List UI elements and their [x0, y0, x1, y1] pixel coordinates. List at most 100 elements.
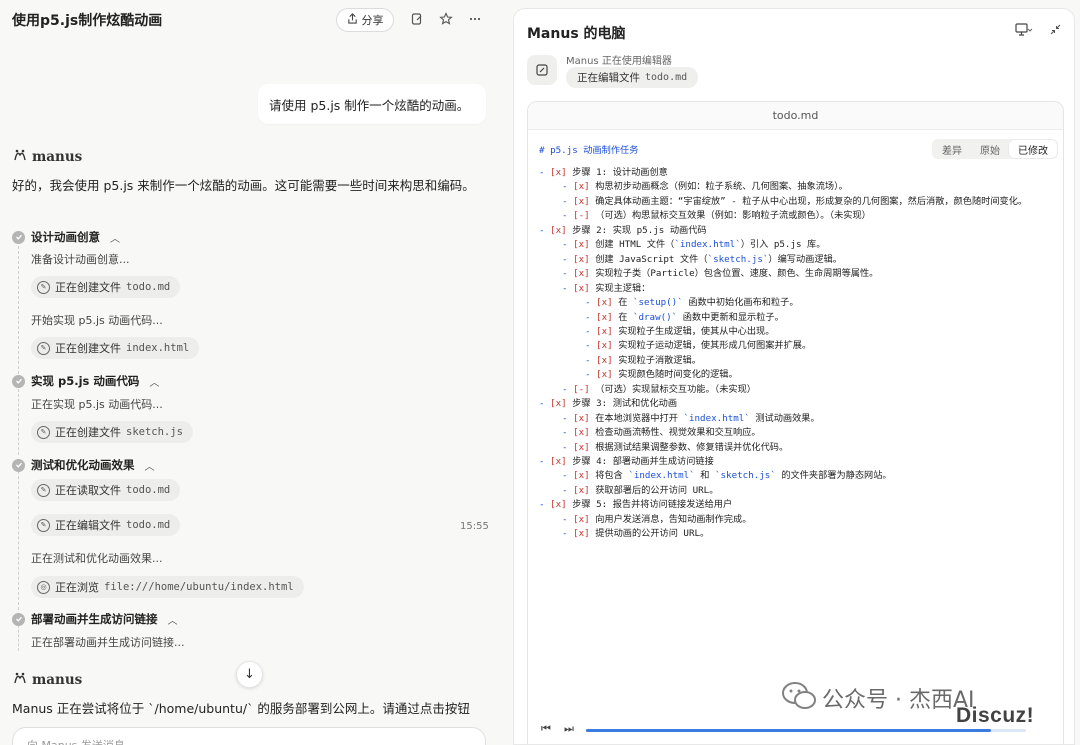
- watermark-text: 公众号 · 杰西AI: [822, 687, 975, 713]
- step-label: 实现 p5.js 动画代码: [31, 374, 140, 388]
- md-bullet: -: [562, 239, 574, 251]
- md-text: 实现粒子运动逻辑，使其形成几何图案并扩展。: [618, 340, 812, 352]
- share-button[interactable]: 分享: [336, 8, 394, 32]
- action-chip[interactable]: ✎ 正在编辑文件 todo.md: [31, 514, 181, 536]
- md-todo-line: - [x] 根据测试结果调整参数、修复错误并优化代码。: [562, 441, 788, 455]
- step-note: 开始实现 p5.js 动画代码...: [31, 314, 163, 327]
- md-checkbox: [x]: [573, 268, 596, 280]
- md-bullet: -: [562, 210, 574, 222]
- md-todo-line: - [x] 实现粒子类（Particle）包含位置、速度、颜色、生命周期等属性。: [562, 267, 878, 281]
- chevron-up-icon[interactable]: ︿: [110, 230, 120, 245]
- md-text: 步骤 3: 测试和优化动画: [572, 398, 678, 410]
- view-modified[interactable]: 已修改: [1009, 140, 1057, 158]
- md-text: 实现粒子类（Particle）包含位置、速度、颜色、生命周期等属性。: [595, 268, 879, 280]
- agent-name: manus: [32, 671, 83, 688]
- md-todo-line: - [x] 检查动画流畅性、视觉效果和交互响应。: [562, 426, 761, 440]
- md-checkbox: [x]: [550, 456, 573, 467]
- md-todo-line: - [x] 步骤 4: 部署动画并生成访问链接: [539, 455, 714, 469]
- action-chip[interactable]: ◎ 正在浏览 file:///home/ubuntu/index.html: [31, 576, 304, 598]
- md-bullet: -: [562, 441, 574, 453]
- md-todo-line: - [x] 获取部署后的公开访问 URL。: [562, 484, 718, 498]
- editor-action-chip: 正在编辑文件 todo.md: [566, 67, 699, 88]
- md-text: 构思初步动画概念（例如：粒子系统、几何图案、抽象流场）。: [595, 181, 848, 193]
- step-implement[interactable]: 实现 p5.js 动画代码 ︿: [12, 373, 159, 389]
- action-chip[interactable]: ✎ 正在创建文件 index.html: [31, 337, 200, 359]
- timeline-line: [18, 471, 19, 610]
- md-todo-line: - [x] 提供动画的公开访问 URL。: [562, 527, 709, 541]
- message-input[interactable]: 向 Manus 发送消息: [12, 727, 486, 745]
- file-edit-icon[interactable]: [408, 10, 426, 28]
- monitor-icon[interactable]: [1015, 23, 1033, 39]
- chip-action: 正在创建文件: [55, 281, 121, 294]
- md-todo-line: - [x] 实现主逻辑：: [562, 282, 650, 296]
- md-checkbox: [x]: [573, 470, 596, 482]
- arrow-down-icon: ↓: [244, 667, 255, 682]
- md-text: 步骤 4: 部署动画并生成访问链接: [572, 456, 714, 467]
- md-text: 步骤 1: 设计动画创意: [572, 167, 668, 178]
- wechat-icon: [782, 681, 816, 714]
- md-text: 实现粒子消散逻辑。: [618, 354, 701, 366]
- site-watermark: Discuz!: [956, 704, 1035, 727]
- md-text: 根据测试结果调整参数、修复错误并优化代码。: [595, 441, 789, 453]
- action-chip[interactable]: ✎ 正在读取文件 todo.md: [31, 479, 181, 501]
- md-text: 创建 HTML 文件（`index.html`）引入 p5.js 库。: [595, 239, 826, 251]
- skip-back-icon[interactable]: ⏮: [541, 722, 551, 736]
- action-chip[interactable]: ✎ 正在创建文件 sketch.js: [31, 421, 193, 443]
- md-checkbox: [x]: [550, 398, 573, 410]
- md-checkbox: [x]: [596, 369, 619, 381]
- md-todo-line: - [x] 实现粒子生成逻辑，使其从中心出现。: [585, 325, 774, 339]
- md-heading: # p5.js 动画制作任务: [539, 145, 639, 156]
- md-text: 提供动画的公开访问 URL。: [595, 528, 710, 540]
- chip-action: 正在读取文件: [55, 484, 121, 497]
- pencil-icon: ✎: [37, 280, 50, 294]
- collapse-icon[interactable]: [1049, 23, 1062, 39]
- md-bullet: -: [585, 325, 597, 337]
- view-original[interactable]: 原始: [971, 140, 1009, 158]
- agent-brand: manus: [12, 147, 82, 166]
- md-todo-line: - [x] 确定具体动画主题：“宇宙绽放” - 粒子从中心出现，形成复杂的几何图…: [562, 195, 1027, 209]
- md-todo-line: - [x] 向用户发送消息，告知动画制作完成。: [562, 513, 751, 527]
- chip-path: file:///home/ubuntu/index.html: [104, 581, 294, 593]
- globe-icon: ◎: [37, 580, 50, 594]
- md-text: 步骤 5: 报告并将访问链接发送给用户: [572, 499, 733, 511]
- star-icon[interactable]: [437, 10, 455, 28]
- timeline-line: [18, 625, 19, 651]
- file-tab[interactable]: todo.md: [528, 102, 1063, 130]
- chat-title: 使用p5.js制作炫酷动画: [12, 13, 163, 29]
- chevron-up-icon[interactable]: ︿: [149, 374, 159, 389]
- md-todo-line: - [x] 创建 JavaScript 文件（`sketch.js`）编写动画逻…: [562, 253, 842, 267]
- md-text: 检查动画流畅性、视觉效果和交互响应。: [595, 427, 761, 439]
- md-todo-line: - [x] 步骤 5: 报告并将访问链接发送给用户: [539, 498, 732, 512]
- skip-forward-icon[interactable]: ⏭: [564, 722, 574, 736]
- md-bullet: -: [562, 282, 574, 294]
- computer-panel: Manus 的电脑 Manus 正在使用编辑器 正在编辑文件 todo.md t…: [513, 8, 1075, 745]
- chip-path: sketch.js: [126, 426, 183, 438]
- chip-action: 正在浏览: [55, 581, 99, 594]
- pencil-icon: ✎: [37, 341, 50, 355]
- step-note: 正在测试和优化动画效果...: [31, 552, 163, 565]
- step-deploy[interactable]: 部署动画并生成访问链接 ︿: [12, 611, 178, 627]
- md-todo-line: - [x] 步骤 3: 测试和优化动画: [539, 397, 677, 411]
- md-checkbox: [x]: [596, 354, 619, 366]
- check-icon: [12, 230, 25, 244]
- md-bullet: -: [562, 528, 574, 540]
- view-diff[interactable]: 差异: [933, 140, 971, 158]
- more-icon[interactable]: [466, 10, 484, 28]
- chevron-up-icon[interactable]: ︿: [168, 612, 178, 627]
- editor-icon: [527, 55, 557, 85]
- step-test[interactable]: 测试和优化动画效果 ︿: [12, 457, 155, 473]
- md-checkbox: [x]: [550, 224, 573, 236]
- md-todo-line: - [x] 在本地浏览器中打开 `index.html` 测试动画效果。: [562, 412, 820, 426]
- step-design[interactable]: 设计动画创意 ︿: [12, 229, 120, 245]
- md-bullet: -: [562, 412, 574, 424]
- md-text: （可选）构思鼠标交互效果（例如：影响粒子流或颜色）。（未实现）: [595, 210, 871, 222]
- manus-logo-icon: [12, 147, 28, 166]
- scroll-down-button[interactable]: ↓: [236, 661, 263, 688]
- md-bullet: -: [539, 499, 551, 511]
- step-label: 测试和优化动画效果: [31, 458, 135, 472]
- progress-track[interactable]: [586, 729, 1026, 732]
- chevron-up-icon[interactable]: ︿: [145, 458, 155, 473]
- chip-action: 正在创建文件: [55, 342, 121, 355]
- action-chip[interactable]: ✎ 正在创建文件 todo.md: [31, 276, 181, 298]
- md-text: 实现粒子生成逻辑，使其从中心出现。: [618, 325, 775, 337]
